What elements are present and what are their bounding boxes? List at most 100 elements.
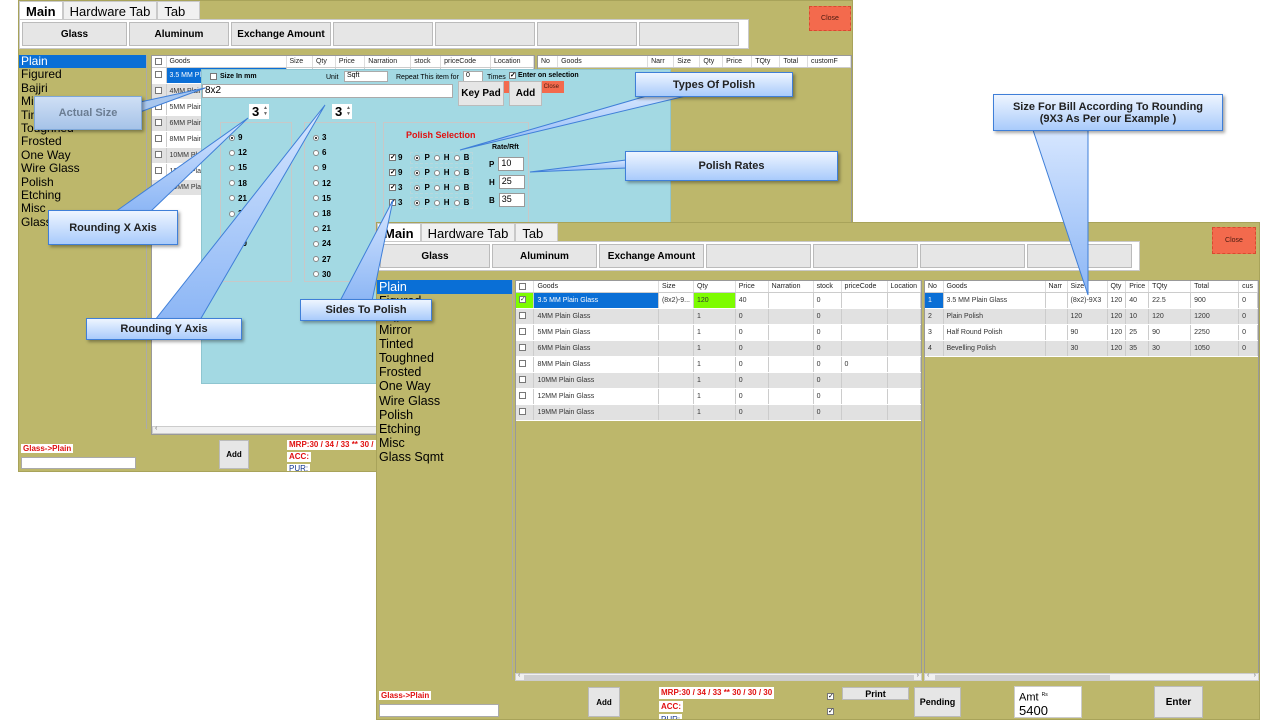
goods-cell[interactable]: 12MM Plain Glass bbox=[533, 388, 659, 405]
print-option-checkbox-1[interactable]: ✓ bbox=[827, 693, 834, 700]
qty-cell[interactable]: 1 bbox=[693, 404, 736, 421]
bill-tqty-cell[interactable]: 22.5 bbox=[1148, 292, 1192, 309]
front-goods-scrollbar[interactable]: ‹ › bbox=[515, 672, 922, 681]
table-row[interactable]: 3 Half Round Polish 90 120 25 90 2250 0 bbox=[925, 324, 1258, 341]
front-goods-header-select[interactable] bbox=[516, 281, 535, 293]
location-cell[interactable] bbox=[887, 372, 922, 389]
size-cell[interactable]: (8x2)-9... bbox=[658, 292, 694, 309]
front-toolbar-empty-2[interactable] bbox=[813, 244, 918, 268]
row-checkbox[interactable] bbox=[519, 408, 526, 416]
round-x-option[interactable]: 21 bbox=[229, 191, 291, 206]
back-category-item[interactable]: Wire Glass bbox=[19, 161, 146, 175]
table-row[interactable]: 4 Bevelling Polish 30 120 35 30 1050 0 bbox=[925, 340, 1258, 357]
stock-cell[interactable]: 0 bbox=[813, 388, 842, 405]
front-category-item[interactable]: Mirror bbox=[377, 323, 512, 337]
round-x-option[interactable]: 27 bbox=[229, 221, 291, 236]
row-checkbox[interactable]: ✓ bbox=[519, 296, 526, 304]
bill-tqty-cell[interactable]: 120 bbox=[1148, 308, 1192, 325]
price-cell[interactable]: 0 bbox=[735, 324, 769, 341]
polish-side-checkbox[interactable]: ✓ bbox=[389, 169, 396, 176]
polish-type-h[interactable] bbox=[433, 199, 440, 206]
bill-no-cell[interactable]: 4 bbox=[925, 340, 944, 357]
qty-cell[interactable]: 1 bbox=[693, 324, 736, 341]
front-category-item[interactable]: Polish bbox=[377, 408, 512, 422]
bill-goods-cell[interactable]: 3.5 MM Plain Glass bbox=[943, 292, 1046, 309]
round-x-option[interactable]: 24 bbox=[229, 206, 291, 221]
spinner-arrows-icon[interactable]: ▲ ▼ bbox=[346, 105, 351, 117]
round-y-step-spinner[interactable]: 3 ▲ ▼ bbox=[332, 104, 352, 119]
rate-input-h[interactable]: 25 bbox=[498, 175, 525, 189]
front-category-item[interactable]: Plain bbox=[377, 280, 512, 295]
row-checkbox[interactable] bbox=[519, 344, 526, 352]
row-checkbox[interactable] bbox=[519, 328, 526, 336]
price-code-cell[interactable] bbox=[841, 324, 888, 341]
goods-cell[interactable]: 10MM Plain Glass bbox=[533, 372, 659, 389]
rate-input-b[interactable]: 35 bbox=[498, 193, 525, 207]
bill-tqty-cell[interactable]: 90 bbox=[1148, 324, 1192, 341]
bill-qty-cell[interactable]: 120 bbox=[1107, 308, 1127, 325]
back-search-input[interactable] bbox=[21, 457, 136, 469]
price-cell[interactable]: 0 bbox=[735, 308, 769, 325]
location-cell[interactable] bbox=[887, 324, 922, 341]
front-category-item[interactable]: Glass Sqmt bbox=[377, 450, 512, 464]
location-cell[interactable] bbox=[887, 356, 922, 373]
row-checkbox[interactable] bbox=[519, 392, 526, 400]
narration-cell[interactable] bbox=[768, 372, 814, 389]
narration-cell[interactable] bbox=[768, 340, 814, 357]
stock-cell[interactable]: 0 bbox=[813, 356, 842, 373]
front-category-item[interactable]: Etching bbox=[377, 422, 512, 436]
back-category-item[interactable]: One Way bbox=[19, 148, 146, 162]
enter-button[interactable]: Enter bbox=[1154, 686, 1203, 718]
bill-tqty-cell[interactable]: 30 bbox=[1148, 340, 1192, 357]
stock-cell[interactable]: 0 bbox=[813, 372, 842, 389]
goods-cell[interactable]: 6MM Plain Glass bbox=[533, 340, 659, 357]
location-cell[interactable] bbox=[887, 292, 922, 309]
bill-price-cell[interactable]: 40 bbox=[1125, 292, 1150, 309]
size-cell[interactable] bbox=[658, 388, 694, 405]
round-y-option[interactable]: 27 bbox=[313, 252, 375, 267]
front-toolbar-glass[interactable]: Glass bbox=[380, 244, 490, 268]
size-in-mm-checkbox[interactable] bbox=[210, 73, 217, 80]
price-cell[interactable]: 0 bbox=[735, 340, 769, 357]
back-category-item[interactable]: Polish bbox=[19, 175, 146, 189]
round-y-option[interactable]: 24 bbox=[313, 236, 375, 251]
back-category-item[interactable]: Frosted bbox=[19, 135, 146, 149]
bill-narr-cell[interactable] bbox=[1045, 292, 1068, 309]
front-category-item[interactable]: Frosted bbox=[377, 365, 512, 379]
stock-cell[interactable]: 0 bbox=[813, 308, 842, 325]
round-y-option[interactable]: 12 bbox=[313, 176, 375, 191]
back-toolbar-empty-4[interactable] bbox=[639, 22, 739, 46]
back-toolbar-glass[interactable]: Glass bbox=[22, 22, 127, 46]
back-goods-header-select[interactable] bbox=[152, 56, 167, 68]
size-cell[interactable] bbox=[658, 308, 694, 325]
back-add-button[interactable]: Add bbox=[219, 440, 249, 469]
polish-type-p[interactable] bbox=[414, 199, 421, 206]
size-input[interactable]: 8x2 bbox=[202, 84, 453, 98]
spinner-arrows-icon[interactable]: ▲ ▼ bbox=[263, 105, 268, 117]
back-toolbar-empty-3[interactable] bbox=[537, 22, 637, 46]
front-toolbar-empty-4[interactable] bbox=[1027, 244, 1132, 268]
table-row[interactable]: 10MM Plain Glass 1 0 0 bbox=[516, 372, 922, 389]
goods-cell[interactable]: 4MM Plain Glass bbox=[533, 308, 659, 325]
narration-cell[interactable] bbox=[768, 324, 814, 341]
round-x-option[interactable]: 15 bbox=[229, 160, 291, 175]
polish-type-p[interactable] bbox=[414, 154, 421, 161]
stock-cell[interactable]: 0 bbox=[813, 404, 842, 421]
row-checkbox[interactable] bbox=[519, 376, 526, 384]
unit-input[interactable]: Sqft bbox=[344, 71, 388, 82]
stock-cell[interactable]: 0 bbox=[813, 292, 842, 309]
polish-type-b[interactable] bbox=[453, 154, 460, 161]
round-x-option[interactable]: 12 bbox=[229, 145, 291, 160]
bill-no-cell[interactable]: 3 bbox=[925, 324, 944, 341]
select-all-checkbox[interactable] bbox=[155, 57, 162, 65]
table-row[interactable]: ✓ 3.5 MM Plain Glass (8x2)-9... 120 40 0 bbox=[516, 292, 922, 309]
front-search-input[interactable] bbox=[379, 704, 499, 717]
size-cell[interactable] bbox=[658, 356, 694, 373]
bill-qty-cell[interactable]: 120 bbox=[1107, 324, 1127, 341]
size-cell[interactable] bbox=[658, 324, 694, 341]
bill-cus-cell[interactable]: 0 bbox=[1238, 324, 1258, 341]
table-row[interactable]: 12MM Plain Glass 1 0 0 bbox=[516, 388, 922, 405]
front-category-item[interactable]: Tinted bbox=[377, 337, 512, 351]
front-toolbar-empty-3[interactable] bbox=[920, 244, 1025, 268]
bill-narr-cell[interactable] bbox=[1045, 340, 1068, 357]
